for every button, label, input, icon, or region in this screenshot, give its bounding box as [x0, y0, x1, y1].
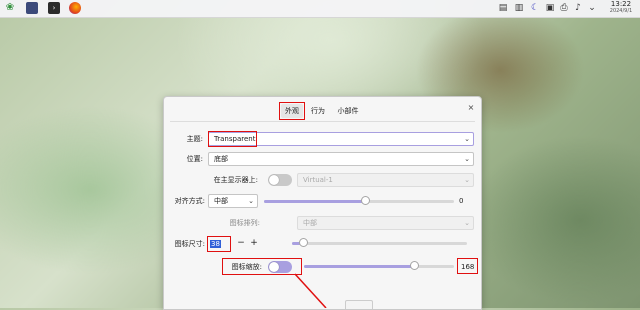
clock-date: 2024/9/1	[609, 8, 633, 14]
clock-time: 13:22	[610, 0, 632, 8]
icon-zoom-highlight	[222, 258, 302, 275]
icon-arrange-label: 图标排列:	[229, 219, 260, 227]
icon-size-label: 图标尺寸:	[174, 240, 205, 248]
terminal-icon[interactable]: ›	[48, 2, 60, 14]
notes-icon[interactable]: ▥	[513, 2, 525, 14]
alignment-offset-value: 0	[459, 197, 464, 205]
chevron-down-icon: ⌄	[464, 219, 470, 227]
icon-zoom-value-highlight	[457, 258, 478, 274]
firefox-icon[interactable]	[69, 2, 81, 14]
app-launcher-icon[interactable]: ❀	[4, 2, 16, 14]
theme-label: 主题:	[186, 135, 203, 143]
volume-icon[interactable]: ♪	[572, 2, 584, 14]
tab-appearance-highlight	[279, 102, 305, 120]
chevron-down-icon: ⌄	[464, 135, 470, 143]
file-manager-icon[interactable]	[26, 2, 38, 14]
primary-display-toggle[interactable]	[268, 174, 292, 186]
slider-track	[292, 242, 467, 245]
clipboard-icon[interactable]: ▤	[497, 2, 509, 14]
tab-behavior[interactable]: 行为	[307, 104, 329, 118]
chevron-down-icon[interactable]: ⌄	[586, 2, 598, 14]
position-value: 底部	[214, 155, 228, 163]
slider-handle[interactable]	[298, 238, 308, 247]
icon-zoom-slider[interactable]	[304, 261, 454, 271]
position-select[interactable]: 底部 ⌄	[208, 152, 474, 166]
slider-handle[interactable]	[409, 261, 419, 270]
slider-fill	[264, 200, 365, 203]
toggle-knob	[269, 175, 279, 185]
display-select: Virtual-1 ⌄	[297, 173, 474, 187]
display-value: Virtual-1	[303, 176, 333, 184]
theme-highlight	[208, 131, 257, 147]
printer-icon[interactable]: ⎙	[558, 2, 570, 14]
tab-widgets[interactable]: 小部件	[333, 104, 363, 118]
close-icon[interactable]: ×	[466, 103, 476, 113]
network-icon[interactable]: ▣	[544, 2, 556, 14]
night-mode-icon[interactable]: ☾	[529, 2, 541, 14]
alignment-label: 对齐方式:	[174, 197, 205, 205]
primary-display-label: 在主显示器上:	[213, 176, 258, 184]
icon-size-slider[interactable]	[292, 238, 467, 248]
icon-arrange-select: 中部 ⌄	[297, 216, 474, 230]
chevron-down-icon: ⌄	[464, 176, 470, 184]
alignment-select[interactable]: 中部 ⌄	[208, 194, 258, 208]
chevron-down-icon: ⌄	[248, 197, 254, 205]
slider-fill	[304, 265, 414, 268]
alignment-value: 中部	[214, 197, 228, 205]
dock-settings-dialog: 外观 行为 小部件 × 主题: Transparent ⌄ 位置: 底部 ⌄ 在…	[163, 96, 482, 310]
position-label: 位置:	[186, 155, 203, 163]
clock[interactable]: 13:22 2024/9/1	[604, 1, 638, 15]
slider-handle[interactable]	[360, 196, 370, 205]
alignment-offset-slider[interactable]	[264, 196, 454, 206]
top-panel: ❀ › ▤ ▥ ☾ ▣ ⎙ ♪ ⌄ 13:22 2024/9/1	[0, 0, 640, 18]
icon-size-decrement-button[interactable]: −	[236, 237, 246, 249]
icon-size-increment-button[interactable]: +	[249, 237, 259, 249]
icon-arrange-value: 中部	[303, 219, 317, 227]
tab-divider	[170, 121, 475, 122]
chevron-down-icon: ⌄	[464, 155, 470, 163]
icon-size-highlight	[207, 236, 231, 252]
